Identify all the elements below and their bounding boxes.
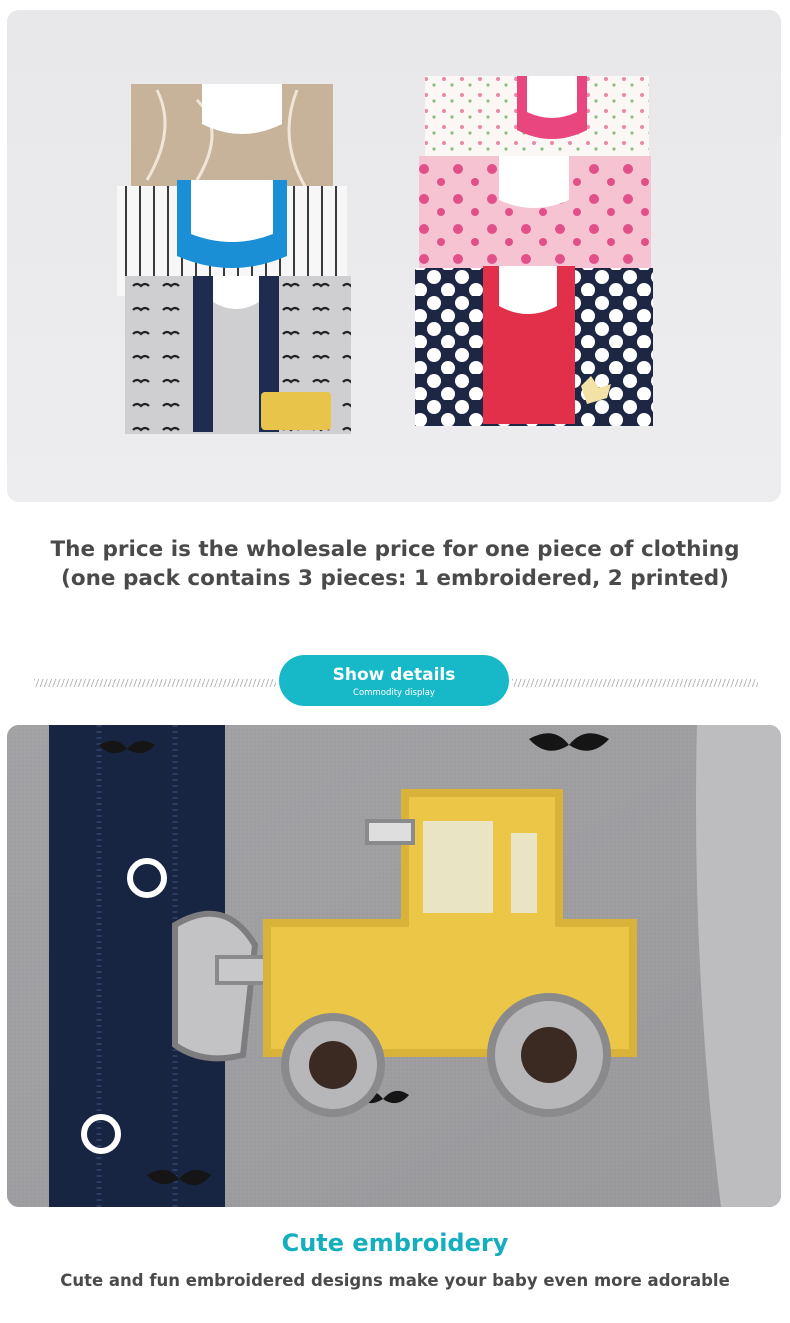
show-details-button[interactable]: Show details Commodity display [279, 655, 509, 706]
commodity-display-label: Commodity display [353, 688, 435, 698]
show-details-label: Show details [332, 665, 456, 685]
divider-left [34, 679, 276, 687]
onesies-illustration [7, 10, 781, 502]
embroidery-illustration [7, 725, 781, 1207]
embroidery-closeup-photo [7, 725, 781, 1207]
feature-description: Cute and fun embroidered designs make yo… [60, 1271, 730, 1290]
price-notice: The price is the wholesale price for one… [0, 535, 790, 593]
feature-title: Cute embroidery [281, 1229, 509, 1257]
price-line-2: (one pack contains 3 pieces: 1 embroider… [61, 566, 729, 591]
divider-right [512, 679, 758, 687]
product-photo-onesies [7, 10, 781, 502]
price-line-1: The price is the wholesale price for one… [50, 537, 740, 562]
